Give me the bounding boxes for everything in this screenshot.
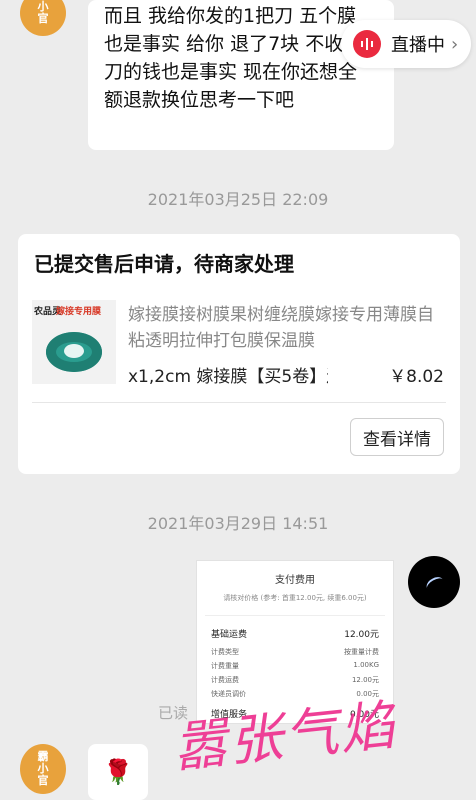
product-image[interactable]: 农品灵 嫁接专用膜	[32, 300, 116, 384]
shot-row: 计费重量 1.00KG	[211, 661, 379, 671]
shot-row-label: 计费重量	[211, 662, 239, 670]
shot-row-label: 计费类型	[211, 648, 239, 656]
shot-section-label: 基础运费	[211, 630, 248, 640]
live-icon	[353, 30, 381, 58]
film-roll-core	[64, 344, 84, 358]
timestamp: 2021年03月25日 22:09	[147, 190, 329, 209]
shot-title: 支付费用	[275, 575, 315, 586]
chevron-right-icon: ›	[451, 33, 459, 55]
product-image-tagline: 嫁接专用膜	[56, 307, 102, 317]
divider	[32, 402, 446, 403]
shot-row-label: 计费运费	[211, 676, 239, 684]
shot-row-value: 1.00KG	[353, 661, 379, 669]
shot-row-value: 按重量计费	[344, 648, 379, 656]
live-label: 直播中	[391, 35, 445, 56]
product-name: 嫁接膜接树膜果树缠绕膜嫁接专用薄膜自粘透明拉伸打包膜保温膜	[128, 305, 434, 351]
avatar-text: 官	[37, 12, 49, 25]
shot-row: 计费类型 按重量计费	[211, 647, 379, 657]
shot-divider	[205, 615, 385, 616]
user-avatar[interactable]	[408, 556, 460, 608]
shot-section-value: 12.00元	[344, 630, 379, 640]
avatar-text: 官	[37, 774, 49, 787]
card-title: 已提交售后申请，待商家处理	[34, 252, 294, 276]
product-price: ￥8.02	[389, 367, 444, 387]
shot-subtitle: 请核对价格 (参考: 首重12.00元, 续重6.00元)	[223, 594, 367, 602]
message-text: 而且 我给你发的1把刀 五个膜 也是事实 给你 退了7块 不收你刀的钱也是事实 …	[104, 5, 363, 111]
avatar-graphic	[424, 574, 446, 594]
product-spec: x1,2cm 嫁接膜【买5卷】送1	[128, 367, 328, 387]
shop-avatar[interactable]: 小 官	[20, 0, 66, 36]
shot-section-row: 基础运费 12.00元	[211, 627, 379, 640]
live-badge[interactable]: 直播中 ›	[341, 20, 471, 68]
emoji-message-bubble[interactable]: 🌹	[88, 744, 148, 800]
view-details-button[interactable]: 查看详情	[350, 418, 444, 456]
rose-icon: 🌹	[103, 758, 133, 786]
after-sale-card[interactable]: 已提交售后申请，待商家处理 农品灵 嫁接专用膜 嫁接膜接树膜果树缠绕膜嫁接专用薄…	[18, 234, 460, 474]
timestamp: 2021年03月29日 14:51	[147, 514, 329, 533]
shop-avatar[interactable]: 霸 小 官	[20, 744, 66, 794]
